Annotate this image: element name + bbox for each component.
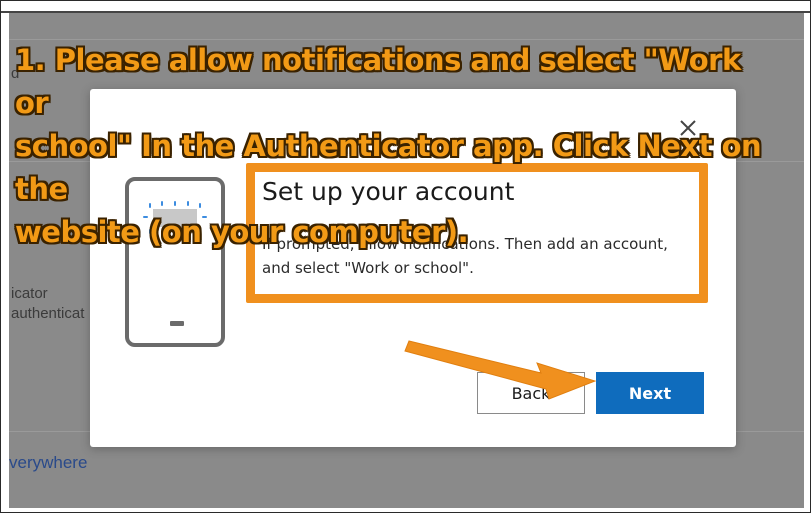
next-button[interactable]: Next bbox=[596, 372, 704, 414]
method-name-fragment: icator bbox=[11, 285, 48, 302]
caption-line: website (on your computer). bbox=[15, 215, 469, 249]
tutorial-caption: 1. Please allow notifications and select… bbox=[15, 39, 775, 254]
phone-home-button bbox=[170, 321, 184, 326]
background-link[interactable]: verywhere bbox=[9, 453, 87, 473]
top-strip bbox=[1, 1, 810, 13]
caption-line: 1. Please allow notifications and select… bbox=[15, 43, 741, 120]
method-detail-fragment: authenticat bbox=[11, 305, 85, 322]
screenshot-frame: d icator authenticat verywhere Set up yo… bbox=[0, 0, 811, 513]
back-button[interactable]: Back bbox=[477, 372, 585, 414]
caption-line: school" In the Authenticator app. Click … bbox=[15, 129, 762, 206]
